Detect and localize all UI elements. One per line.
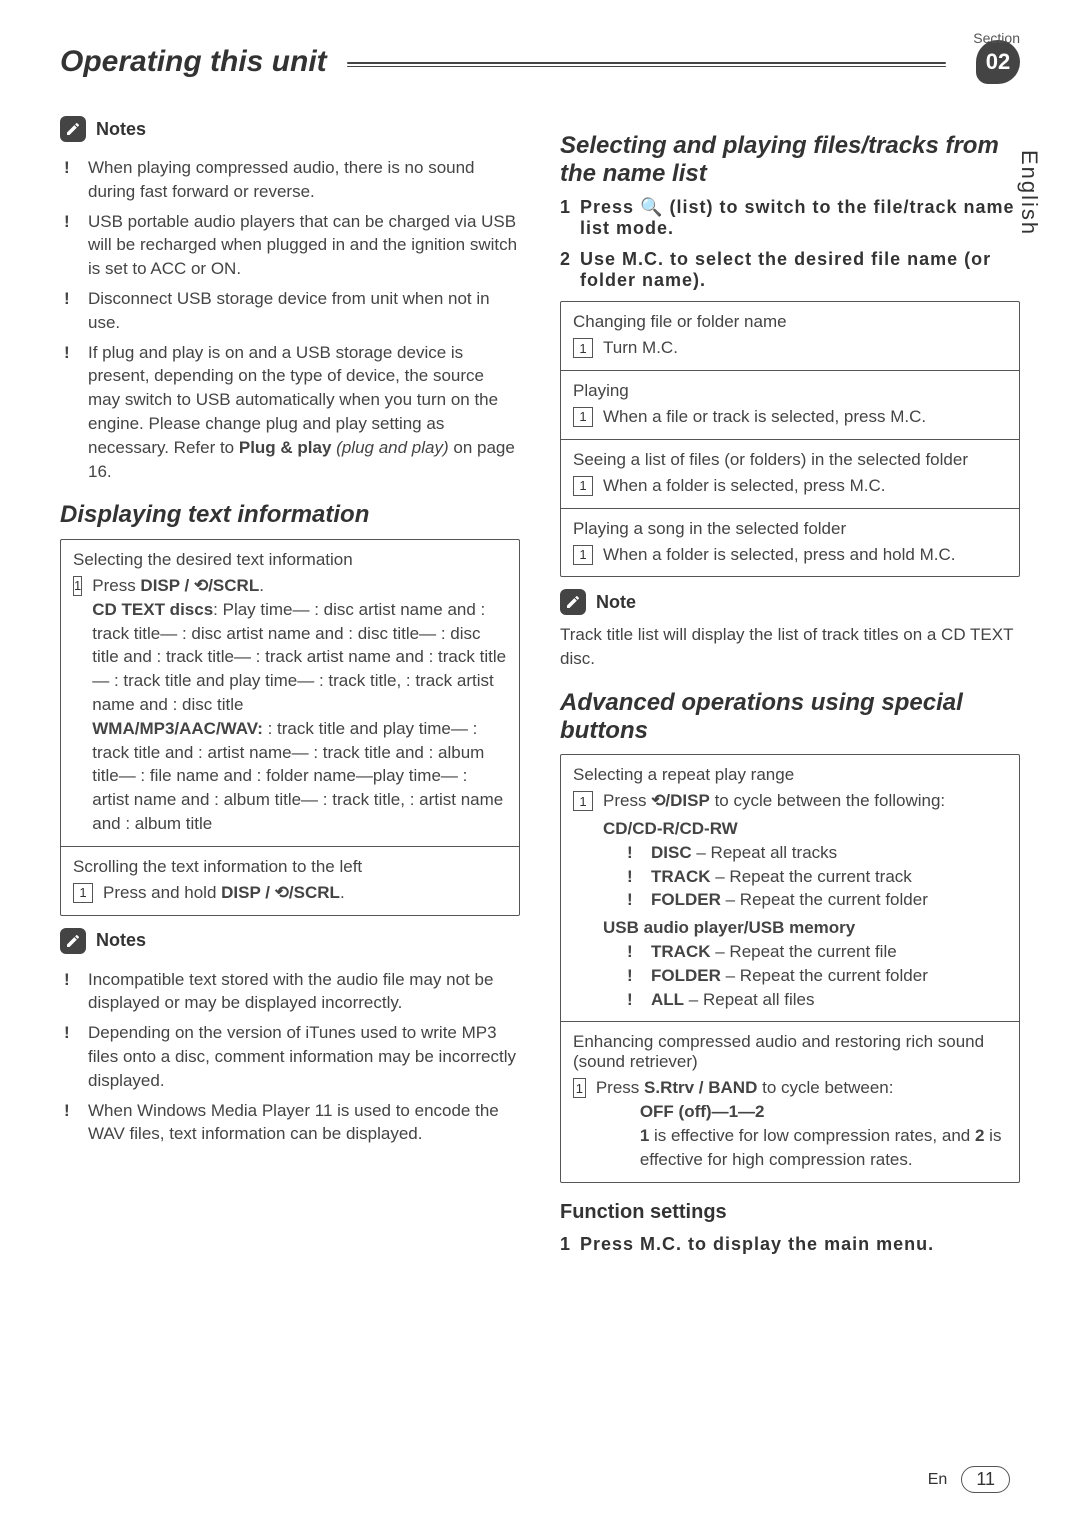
step-number-icon: 1	[573, 1078, 586, 1098]
cell-title: Playing	[573, 381, 1007, 401]
cell-title: Changing file or folder name	[573, 312, 1007, 332]
step-number-icon: 1	[73, 576, 82, 596]
step-number-icon: 1	[573, 407, 593, 427]
list-item: If plug and play is on and a USB storage…	[60, 341, 520, 484]
function-step-1: 1 Press M.C. to display the main menu.	[560, 1234, 1020, 1255]
cell-title: Seeing a list of files (or folders) in t…	[573, 450, 1007, 470]
footer-lang: En	[928, 1471, 948, 1489]
section-label: Section	[973, 30, 1020, 46]
text-info-box: Selecting the desired text information 1…	[60, 539, 520, 916]
list-item: Incompatible text stored with the audio …	[60, 968, 520, 1016]
page-number: 11	[961, 1466, 1010, 1493]
cell-title: Selecting a repeat play range	[573, 765, 1007, 785]
pencil-icon	[60, 116, 86, 142]
heading-displaying-text: Displaying text information	[60, 501, 520, 529]
list-item: Disconnect USB storage device from unit …	[60, 287, 520, 335]
footer: En 11	[928, 1466, 1010, 1493]
usb-repeat-list: TRACK – Repeat the current file FOLDER –…	[603, 940, 945, 1011]
language-tab: English	[1016, 150, 1042, 236]
list-item: USB portable audio players that can be c…	[60, 210, 520, 281]
heading-advanced-ops: Advanced operations using special button…	[560, 689, 1020, 744]
step-1: 1 Press 🔍 (list) to switch to the file/t…	[560, 197, 1020, 239]
heading-selecting-playing: Selecting and playing files/tracks from …	[560, 132, 1020, 187]
cell-title: Playing a song in the selected folder	[573, 519, 1007, 539]
file-ops-box: Changing file or folder name 1Turn M.C. …	[560, 301, 1020, 577]
list-item: Depending on the version of iTunes used …	[60, 1021, 520, 1092]
notes-list-2: Incompatible text stored with the audio …	[60, 968, 520, 1147]
heading-function-settings: Function settings	[560, 1201, 1020, 1224]
cd-header: CD/CD-R/CD-RW	[603, 817, 945, 841]
notes-heading: Notes	[96, 119, 146, 140]
step-number-icon: 1	[573, 338, 593, 358]
right-column: Selecting and playing files/tracks from …	[560, 114, 1020, 1259]
list-item: When Windows Media Player 11 is used to …	[60, 1099, 520, 1147]
list-item: TRACK – Repeat the current track	[603, 865, 945, 889]
step-number-icon: 1	[573, 791, 593, 811]
cell-title: Enhancing compressed audio and restoring…	[573, 1032, 1007, 1072]
list-item: FOLDER – Repeat the current folder	[603, 888, 945, 912]
left-column: Notes When playing compressed audio, the…	[60, 114, 520, 1259]
advanced-ops-box: Selecting a repeat play range 1 Press ⟲/…	[560, 754, 1020, 1182]
cd-repeat-list: DISC – Repeat all tracks TRACK – Repeat …	[603, 841, 945, 912]
list-item: When playing compressed audio, there is …	[60, 156, 520, 204]
step-number-icon: 1	[573, 545, 593, 565]
list-item: ALL – Repeat all files	[603, 988, 945, 1012]
step-number-icon: 1	[73, 883, 93, 903]
header-rule-2	[347, 66, 946, 67]
pencil-icon	[560, 589, 586, 615]
pencil-icon	[60, 928, 86, 954]
note-body: Track title list will display the list o…	[560, 623, 1020, 671]
usb-header: USB audio player/USB memory	[603, 916, 945, 940]
list-item: DISC – Repeat all tracks	[603, 841, 945, 865]
page-title: Operating this unit	[60, 45, 327, 79]
cell-title: Scrolling the text information to the le…	[73, 857, 507, 877]
notes-heading: Notes	[96, 930, 146, 951]
cell-title: Selecting the desired text information	[73, 550, 507, 570]
list-item: FOLDER – Repeat the current folder	[603, 964, 945, 988]
note-heading: Note	[596, 592, 636, 613]
notes-list-1: When playing compressed audio, there is …	[60, 156, 520, 483]
list-item: TRACK – Repeat the current file	[603, 940, 945, 964]
header-rule	[347, 62, 946, 64]
step-2: 2 Use M.C. to select the desired file na…	[560, 249, 1020, 291]
step-number-icon: 1	[573, 476, 593, 496]
